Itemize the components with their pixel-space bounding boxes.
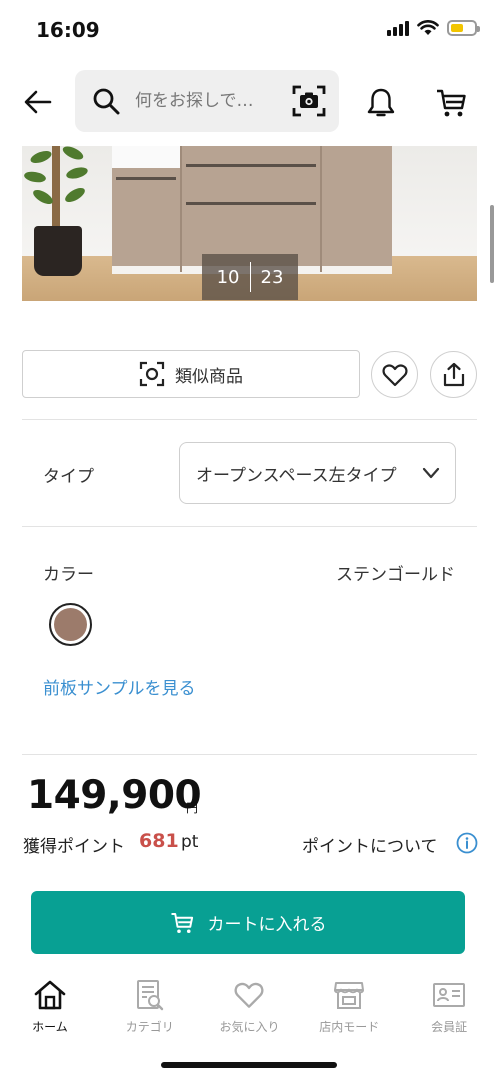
type-select[interactable]: オープンスペース左タイプ <box>179 442 456 504</box>
divider <box>22 419 477 420</box>
scrollbar[interactable] <box>490 205 494 283</box>
nav-item-store-mode[interactable]: 店内モード <box>299 970 399 1040</box>
color-label: カラー <box>43 565 94 585</box>
divider <box>22 754 477 755</box>
back-arrow-icon <box>24 90 52 114</box>
similar-products-button[interactable]: 類似商品 <box>22 350 360 398</box>
cart-button[interactable] <box>434 86 468 120</box>
camera-scan-button[interactable] <box>291 84 327 118</box>
status-time: 16:09 <box>36 18 100 42</box>
signal-icon <box>387 20 409 36</box>
search-input[interactable] <box>135 91 265 111</box>
favorite-button[interactable] <box>371 351 418 398</box>
home-icon <box>33 978 67 1012</box>
battery-icon <box>447 20 480 36</box>
nav-label: カテゴリ <box>125 1020 174 1034</box>
add-to-cart-button[interactable]: カートに入れる <box>31 891 465 954</box>
points-label: 獲得ポイント <box>23 837 125 857</box>
image-counter-current: 10 <box>216 266 240 288</box>
add-to-cart-label: カートに入れる <box>207 915 327 935</box>
home-indicator <box>161 1062 337 1068</box>
search-box[interactable] <box>75 70 339 132</box>
color-value: ステンゴールド <box>336 565 455 585</box>
points-value: 681 <box>139 830 179 852</box>
scan-icon <box>139 361 165 387</box>
camera-scan-icon <box>292 85 326 117</box>
back-button[interactable] <box>18 82 58 122</box>
chevron-down-icon <box>422 467 440 479</box>
nav-label: お気に入り <box>219 1020 280 1034</box>
nav-item-member-card[interactable]: 会員証 <box>399 970 499 1040</box>
divider <box>22 526 477 527</box>
price: 149,900 <box>27 773 202 818</box>
notification-button[interactable] <box>364 86 398 120</box>
share-button[interactable] <box>430 351 477 398</box>
nav-label: 会員証 <box>431 1020 468 1034</box>
nav-label: ホーム <box>32 1020 68 1034</box>
similar-products-label: 類似商品 <box>175 366 243 387</box>
nav-item-home[interactable]: ホーム <box>0 970 100 1040</box>
store-icon <box>332 978 366 1012</box>
status-bar: 16:09 <box>0 0 499 62</box>
heart-icon <box>232 978 266 1012</box>
member-card-icon <box>432 978 466 1012</box>
plant-illustration <box>52 146 60 228</box>
price-unit: 円 <box>186 801 199 815</box>
type-select-value: オープンスペース左タイプ <box>196 465 397 486</box>
bottom-nav: ホーム カテゴリ お気に入り 店内モード 会員証 <box>0 970 499 1040</box>
type-label: タイプ <box>43 467 94 487</box>
nav-item-category[interactable]: カテゴリ <box>100 970 200 1040</box>
color-swatch[interactable] <box>49 603 92 646</box>
status-icons <box>387 20 480 36</box>
nav-label: 店内モード <box>319 1020 380 1034</box>
info-icon[interactable] <box>456 832 478 854</box>
header <box>0 66 499 136</box>
image-counter: 10 23 <box>202 254 298 300</box>
category-icon <box>133 978 167 1012</box>
points-unit: pt <box>181 832 199 852</box>
share-icon <box>443 362 464 386</box>
image-counter-total: 23 <box>260 266 284 288</box>
heart-icon <box>382 363 407 386</box>
wifi-icon <box>417 20 439 35</box>
cart-icon <box>171 912 193 933</box>
nav-item-favorites[interactable]: お気に入り <box>200 970 300 1040</box>
bell-icon <box>367 88 395 117</box>
points-about-link[interactable]: ポイントについて <box>302 832 438 857</box>
color-swatch-fill <box>54 608 87 641</box>
search-icon <box>91 86 121 116</box>
front-panel-sample-link[interactable]: 前板サンプルを見る <box>43 674 196 699</box>
cart-icon <box>437 89 466 117</box>
